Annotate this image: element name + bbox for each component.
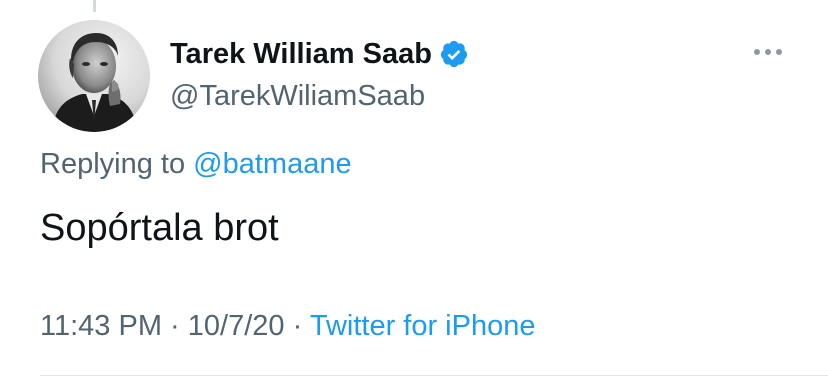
tweet-time[interactable]: 11:43 PM [40, 310, 162, 342]
tweet-date[interactable]: 10/7/20 [188, 310, 285, 342]
verified-badge-icon [439, 39, 469, 69]
avatar[interactable] [38, 20, 150, 132]
author-handle[interactable]: @TarekWiliamSaab [170, 78, 425, 114]
tweet-detail: Tarek William Saab @TarekWiliamSaab Repl… [0, 0, 828, 385]
thread-connector-line [93, 0, 96, 12]
reply-context: Replying to @batmaane [40, 146, 352, 182]
more-options-icon [754, 49, 760, 55]
more-options-dot [776, 49, 782, 55]
divider [40, 375, 828, 376]
more-options-dot [765, 49, 771, 55]
reply-prefix: Replying to [40, 148, 186, 180]
more-options-button[interactable] [748, 40, 788, 64]
meta-separator: · [292, 310, 303, 342]
author-name-text[interactable]: Tarek William Saab [170, 36, 432, 72]
tweet-source-link[interactable]: Twitter for iPhone [310, 310, 536, 342]
tweet-metadata: 11:43 PM · 10/7/20 · Twitter for iPhone [40, 308, 535, 344]
meta-separator: · [170, 310, 180, 342]
reply-mention-link[interactable]: @batmaane [193, 148, 351, 180]
author-name[interactable]: Tarek William Saab [170, 36, 469, 72]
tweet-text: Sopórtala brot [40, 207, 279, 249]
avatar-photo [38, 20, 150, 132]
